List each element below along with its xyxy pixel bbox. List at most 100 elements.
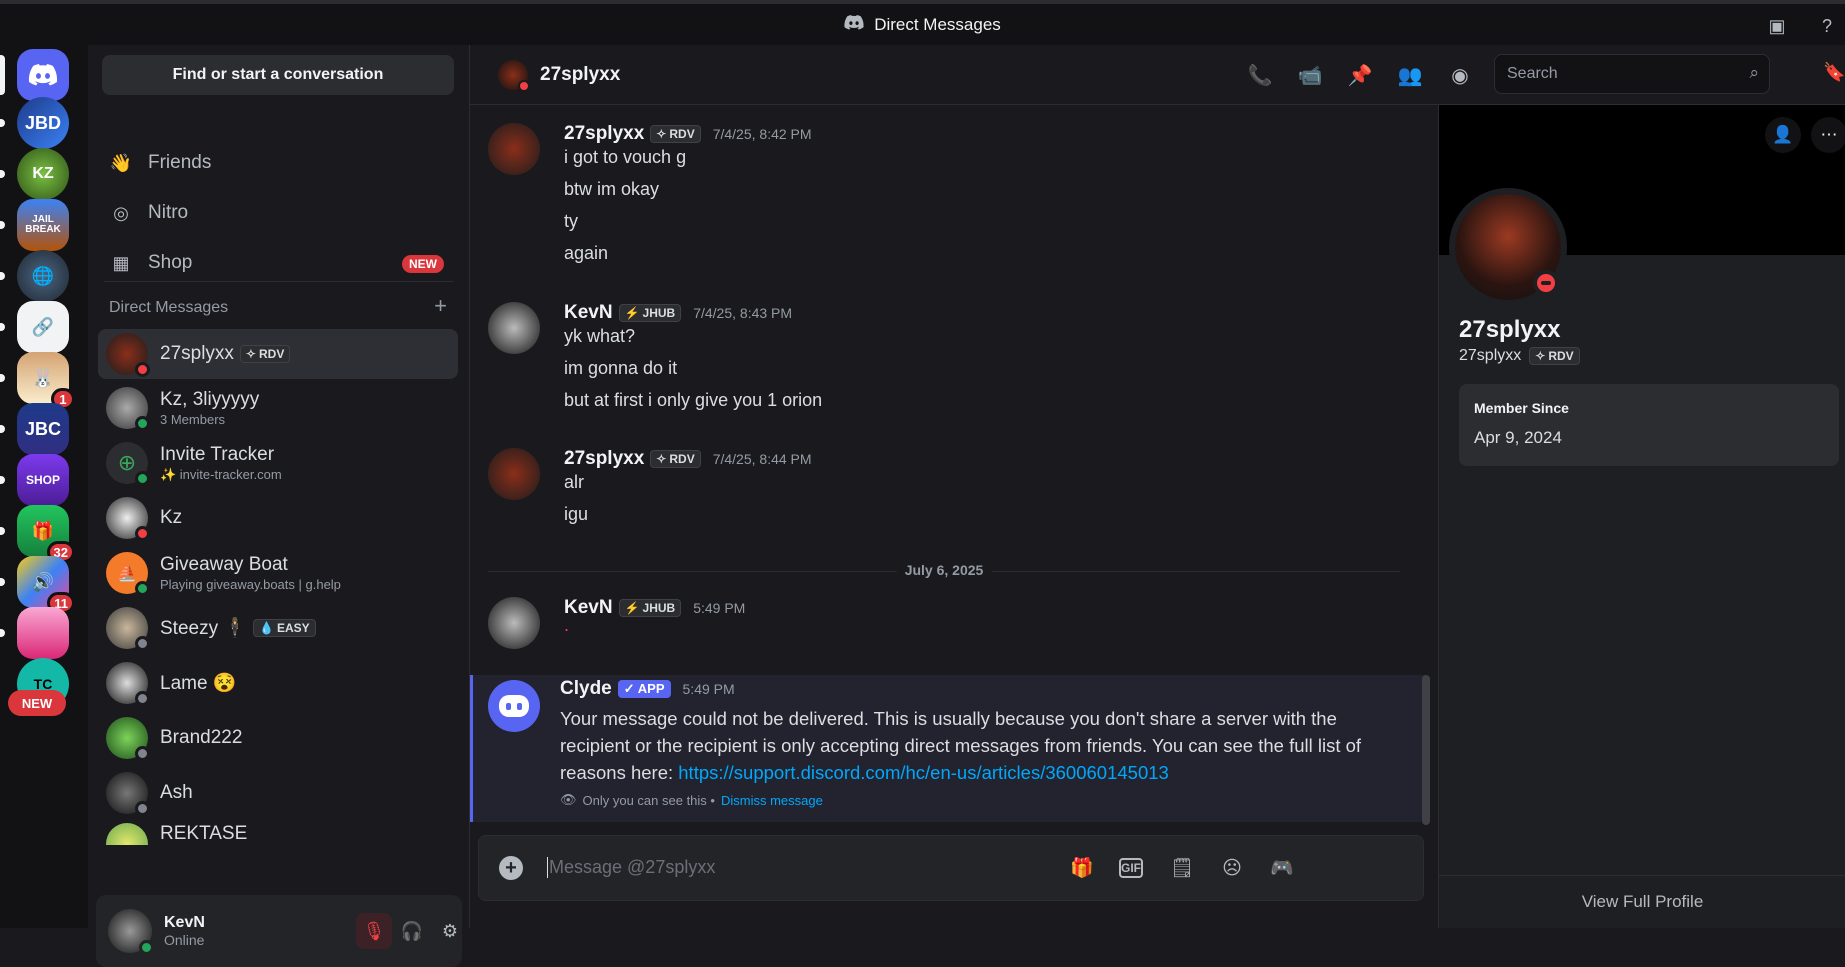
new-servers-badge[interactable]: NEW — [8, 690, 66, 716]
bookmark-icon[interactable]: 🔖 — [1823, 62, 1845, 83]
dm-name: 27splyxx — [160, 343, 234, 364]
emoji-icon[interactable]: ☹ — [1219, 855, 1245, 881]
server-colorful[interactable]: 🔊 11 — [0, 556, 75, 614]
dm-item-27splyxx[interactable]: 27splyxx ✧ RDV — [98, 329, 458, 379]
message-input[interactable]: Message @27splyxx — [547, 857, 715, 878]
view-full-profile-button[interactable]: View Full Profile — [1439, 875, 1845, 928]
dm-item-ash[interactable]: Ash — [98, 768, 458, 818]
profile-panel: 👤 ⋯ 27splyxx 27splyxx ✧ RDV Member Since … — [1438, 105, 1845, 928]
user-profile-icon[interactable]: ◉ — [1447, 62, 1473, 88]
header-username[interactable]: 27splyxx — [540, 64, 620, 86]
discord-logo-icon — [844, 14, 864, 35]
find-conversation-button[interactable]: Find or start a conversation — [102, 55, 454, 95]
message-text: alr — [564, 472, 585, 492]
message-avatar[interactable] — [488, 448, 540, 500]
add-friend-icon[interactable]: 👤 — [1765, 117, 1801, 153]
dm-item-rektase[interactable]: REKTASE — [98, 823, 458, 845]
server-jailbreak[interactable]: JAIL BREAK — [0, 199, 69, 251]
nav-nitro[interactable]: ◎ Nitro — [96, 191, 462, 235]
server-sale[interactable]: 🎁 32 — [0, 505, 75, 563]
server-bunny[interactable]: 🐰 1 — [0, 352, 75, 410]
video-call-icon[interactable]: 📹 — [1297, 62, 1323, 88]
message-author[interactable]: KevN — [564, 597, 613, 619]
message-author[interactable]: 27splyxx — [564, 123, 644, 145]
message-avatar[interactable] — [488, 597, 540, 649]
help-icon[interactable]: ? — [1815, 14, 1839, 38]
dm-item-lame[interactable]: Lame 😵 — [98, 658, 458, 708]
avatar: ⊕ — [106, 442, 150, 486]
attach-plus-icon[interactable]: + — [499, 856, 523, 880]
dm-item-group[interactable]: Kz, 3liyyyyy 3 Members — [98, 383, 458, 433]
server-pink[interactable] — [0, 607, 69, 659]
chat-scrollbar[interactable] — [1422, 675, 1430, 825]
dm-subtext: Playing giveaway.boats | g.help — [160, 577, 341, 592]
discord-home-icon — [17, 49, 69, 101]
voice-call-icon[interactable]: 📞 — [1247, 62, 1273, 88]
home-button[interactable] — [0, 49, 69, 101]
more-options-icon[interactable]: ⋯ — [1811, 117, 1845, 153]
user-status: Online — [164, 932, 205, 948]
message-author[interactable]: 27splyxx — [564, 448, 644, 470]
avatar: ⛵ — [106, 552, 150, 596]
dm-name: REKTASE — [160, 823, 248, 844]
title-bar: Direct Messages ▣ ? — [0, 0, 1845, 45]
inbox-icon[interactable]: ▣ — [1765, 14, 1789, 38]
nav-nitro-label: Nitro — [148, 202, 189, 223]
message-author[interactable]: KevN — [564, 302, 613, 324]
nav-friends[interactable]: 👋 Friends — [96, 141, 462, 185]
server-pinned[interactable]: 🔗 — [0, 301, 69, 353]
dm-item-giveaway-boat[interactable]: ⛵ Giveaway Boat Playing giveaway.boats | … — [98, 548, 458, 598]
server-jbc[interactable]: JBC — [0, 403, 69, 455]
server-jbd[interactable]: JBD — [0, 97, 69, 149]
server-shop[interactable]: SHOP — [0, 454, 69, 506]
server-globe[interactable]: 🌐 — [0, 250, 69, 302]
pin-icon[interactable]: 📌 — [1347, 62, 1373, 88]
server-kz[interactable]: KZ — [0, 148, 69, 200]
message-text: but at first i only give you 1 orion — [564, 390, 823, 410]
divider — [104, 281, 454, 282]
dm-item-steezy[interactable]: Steezy 🕴 💧 EASY — [98, 603, 458, 653]
message-avatar[interactable] — [488, 123, 540, 175]
dm-name: Steezy 🕴 — [160, 618, 248, 639]
ephemeral-note: 👁 Only you can see this • Dismiss messag… — [560, 792, 823, 808]
gif-icon[interactable]: GIF — [1119, 858, 1143, 878]
dm-item-invite-tracker[interactable]: ⊕ Invite Tracker ✨ invite-tracker.com — [98, 438, 458, 488]
add-friends-dm-icon[interactable]: 👥 — [1397, 62, 1423, 88]
message-text: . — [564, 615, 570, 635]
settings-gear-icon[interactable]: ⚙ — [432, 913, 468, 949]
sticker-icon[interactable]: 🗒 — [1169, 855, 1195, 881]
title-bar-label: Direct Messages — [844, 14, 1001, 35]
message-text: btw im okay — [564, 179, 660, 199]
create-dm-icon[interactable]: + — [434, 293, 447, 319]
avatar — [106, 333, 150, 377]
server-list: JBD KZ JAIL BREAK 🌐 🔗 🐰 1 JBC SHOP 🎁 32 🔊 1… — [0, 45, 88, 928]
dm-item-brand222[interactable]: Brand222 — [98, 713, 458, 763]
message-composer[interactable]: + Message @27splyxx 🎁 GIF 🗒 ☹ 🎮 — [478, 835, 1424, 901]
activities-gamepad-icon[interactable]: 🎮 — [1269, 855, 1295, 881]
message-avatar[interactable] — [488, 302, 540, 354]
avatar — [106, 717, 150, 761]
member-since-label: Member Since — [1474, 400, 1569, 416]
dm-subtext: 3 Members — [160, 412, 226, 427]
message-text: i got to vouch g — [564, 147, 687, 167]
server-shop-label: SHOP — [17, 454, 69, 506]
message-author[interactable]: Clyde — [560, 678, 612, 700]
server-jbc-label: JBC — [17, 403, 69, 455]
nav-shop-label: Shop — [148, 252, 193, 273]
user-avatar[interactable] — [108, 909, 154, 955]
eye-icon: 👁 — [560, 792, 577, 807]
message-timestamp: 5:49 PM — [682, 681, 735, 697]
gift-icon[interactable]: 🎁 — [1069, 855, 1095, 881]
headphones-icon[interactable]: 🎧 — [394, 913, 430, 949]
avatar — [106, 387, 150, 431]
profile-display-name: 27splyxx — [1459, 316, 1561, 343]
message-text: again — [564, 243, 609, 263]
mute-icon[interactable]: 🎙 — [356, 913, 392, 949]
dm-name: Kz — [160, 507, 183, 528]
nav-shop[interactable]: ▦ Shop NEW — [96, 241, 462, 285]
search-input[interactable]: Search ⌕ — [1494, 54, 1770, 94]
dismiss-message-link[interactable]: Dismiss message — [721, 793, 823, 808]
profile-avatar[interactable] — [1449, 188, 1567, 306]
support-link[interactable]: https://support.discord.com/hc/en-us/art… — [678, 762, 1169, 783]
dm-item-kz[interactable]: Kz — [98, 493, 458, 543]
